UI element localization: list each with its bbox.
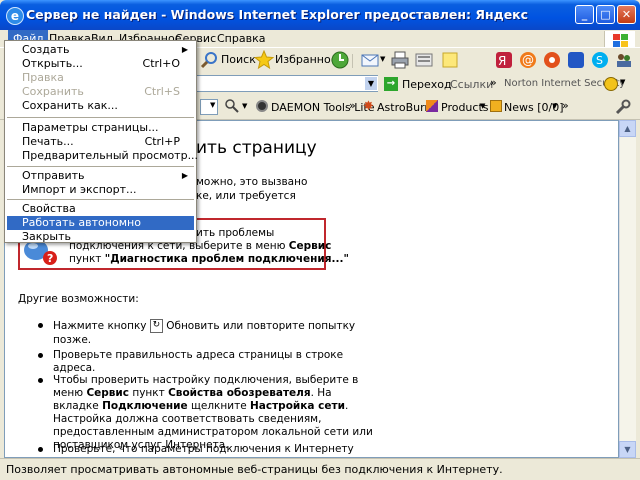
menu-item-properties[interactable]: Свойства bbox=[7, 202, 194, 216]
svg-text:@: @ bbox=[522, 53, 534, 67]
menu-item-print[interactable]: Печать... Ctrl+P bbox=[7, 135, 194, 149]
edit-icon[interactable] bbox=[414, 50, 434, 70]
mail-ru-icon[interactable] bbox=[542, 50, 562, 70]
menu-item-page-setup[interactable]: Параметры страницы... bbox=[7, 121, 194, 135]
status-bar: Позволяет просматривать автономные веб-с… bbox=[0, 458, 640, 480]
box-line-1: ить проблемы bbox=[196, 227, 275, 239]
astroburn-link[interactable]: AstroBurn bbox=[377, 101, 431, 114]
search-button[interactable]: Поиск bbox=[221, 53, 256, 66]
menu-help[interactable]: Справка bbox=[212, 30, 270, 47]
bullet-3-line-2: меню Сервис пункт Свойства обозревателя.… bbox=[53, 387, 332, 399]
bullet-4-line-1: Проверьте, что параметры подключения к И… bbox=[53, 443, 354, 455]
bullet bbox=[38, 353, 43, 358]
minimize-button[interactable]: _ bbox=[575, 5, 594, 24]
refresh-icon: ↻ bbox=[149, 319, 163, 333]
news-dropdown-icon[interactable]: ▼ bbox=[552, 102, 557, 110]
menu-item-send[interactable]: Отправить ▶ bbox=[7, 169, 194, 183]
bullet-1-line-2: позже. bbox=[53, 334, 92, 346]
address-input[interactable] bbox=[196, 75, 378, 92]
wrench-icon[interactable] bbox=[614, 98, 632, 116]
menu-separator bbox=[7, 199, 194, 200]
toolbar-dropdown-icon[interactable]: ▼ bbox=[210, 101, 215, 109]
toolbar-separator bbox=[352, 54, 353, 68]
print-icon[interactable] bbox=[390, 50, 410, 70]
search-icon[interactable] bbox=[200, 50, 220, 70]
links-label[interactable]: Ссылки bbox=[450, 78, 493, 91]
links-more-icon-2[interactable]: » bbox=[349, 99, 356, 112]
norton-icon[interactable] bbox=[604, 77, 618, 91]
menu-item-close[interactable]: Закрыть bbox=[7, 230, 194, 244]
bullet-2-line-2: адреса. bbox=[53, 362, 96, 374]
bullet-3-line-5: предоставленным администратором локально… bbox=[53, 426, 373, 438]
links-more-icon[interactable]: » bbox=[490, 76, 497, 89]
page-heading: ить страницу bbox=[196, 138, 317, 158]
bullet bbox=[38, 378, 43, 383]
magnifier-dropdown-icon[interactable]: ▼ bbox=[242, 102, 247, 110]
people-icon[interactable] bbox=[614, 50, 634, 70]
svg-text:Я: Я bbox=[498, 54, 506, 68]
magnifier-icon[interactable] bbox=[224, 98, 240, 114]
bullet-3-line-4: Настройка должна соответствовать сведени… bbox=[53, 413, 322, 425]
vertical-scrollbar[interactable] bbox=[619, 120, 636, 458]
svg-text:?: ? bbox=[47, 252, 53, 265]
bullet-2-line-1: Проверьте правильность адреса страницы в… bbox=[53, 349, 344, 361]
norton-dropdown-icon[interactable]: ▼ bbox=[620, 78, 625, 86]
close-button[interactable]: ✕ bbox=[617, 5, 636, 24]
products-dropdown-icon[interactable]: ▼ bbox=[480, 102, 485, 110]
menu-separator bbox=[7, 117, 194, 118]
messenger-icon[interactable]: Я bbox=[494, 50, 514, 70]
menu-item-save-as[interactable]: Сохранить как... bbox=[7, 99, 194, 113]
history-icon[interactable] bbox=[330, 50, 350, 70]
box-line-3: пункт "Диагностика проблем подключения..… bbox=[69, 253, 349, 265]
maximize-button[interactable]: □ bbox=[596, 5, 615, 24]
astroburn-icon: ✸ bbox=[363, 99, 374, 114]
menu-item-open[interactable]: Открыть... Ctrl+O bbox=[7, 57, 194, 71]
other-options-title: Другие возможности: bbox=[18, 293, 139, 305]
scroll-up-button[interactable]: ▲ bbox=[619, 120, 636, 137]
bullet-3-line-1: Чтобы проверить настройку подключения, в… bbox=[53, 374, 359, 386]
news-icon bbox=[490, 100, 502, 112]
blue-app-icon[interactable] bbox=[566, 50, 586, 70]
mail-dropdown-icon[interactable]: ▼ bbox=[380, 55, 385, 63]
bullet-3-line-3: вкладке Подключение щелкните Настройка с… bbox=[53, 400, 349, 412]
file-menu: Создать ▶ Открыть... Ctrl+O Правка Сохрани… bbox=[4, 40, 198, 244]
daemon-tools-link[interactable]: DAEMON Tools Lite bbox=[271, 101, 375, 114]
ie-icon: e bbox=[6, 7, 24, 25]
skype-icon[interactable]: S bbox=[590, 50, 610, 70]
status-text: Позволяет просматривать автономные веб-с… bbox=[6, 463, 503, 476]
products-icon bbox=[426, 100, 438, 112]
bullet bbox=[38, 323, 43, 328]
menu-separator bbox=[7, 166, 194, 167]
go-button[interactable]: Переход bbox=[402, 78, 452, 91]
svg-text:S: S bbox=[596, 54, 603, 67]
daemon-tools-icon bbox=[256, 100, 268, 112]
address-dropdown-icon[interactable]: ▼ bbox=[364, 76, 378, 91]
note-icon[interactable] bbox=[440, 50, 460, 70]
mail-icon[interactable] bbox=[360, 50, 380, 70]
go-arrow-icon[interactable]: → bbox=[384, 77, 398, 91]
favorites-star-icon[interactable] bbox=[253, 49, 275, 70]
email-at-icon[interactable]: @ bbox=[518, 50, 538, 70]
favorites-button[interactable]: Избранное bbox=[275, 53, 337, 66]
scroll-down-button[interactable]: ▼ bbox=[619, 441, 636, 458]
menu-item-print-preview[interactable]: Предварительный просмотр... bbox=[7, 149, 198, 163]
menu-item-save: Сохранить Ctrl+S bbox=[22, 85, 180, 98]
menu-item-work-offline[interactable]: Работать автономно bbox=[7, 216, 194, 230]
intro-line-2: ке, или требуется bbox=[196, 190, 296, 202]
menu-item-edit: Правка bbox=[22, 71, 64, 84]
intro-line-1: можно, это вызвано bbox=[196, 176, 308, 188]
window-title: Сервер не найден - Windows Internet Expl… bbox=[26, 7, 529, 22]
menu-item-create[interactable]: Создать ▶ bbox=[7, 43, 194, 57]
menu-item-import-export[interactable]: Импорт и экспорт... bbox=[7, 183, 194, 197]
toolbar-more-icon[interactable]: » bbox=[562, 99, 569, 112]
title-bar[interactable]: e Сервер не найден - Windows Internet Ex… bbox=[0, 0, 640, 30]
bullet bbox=[38, 447, 43, 452]
bullet-1-line-1: Нажмите кнопку ↻ Обновить или повторите … bbox=[53, 319, 356, 333]
